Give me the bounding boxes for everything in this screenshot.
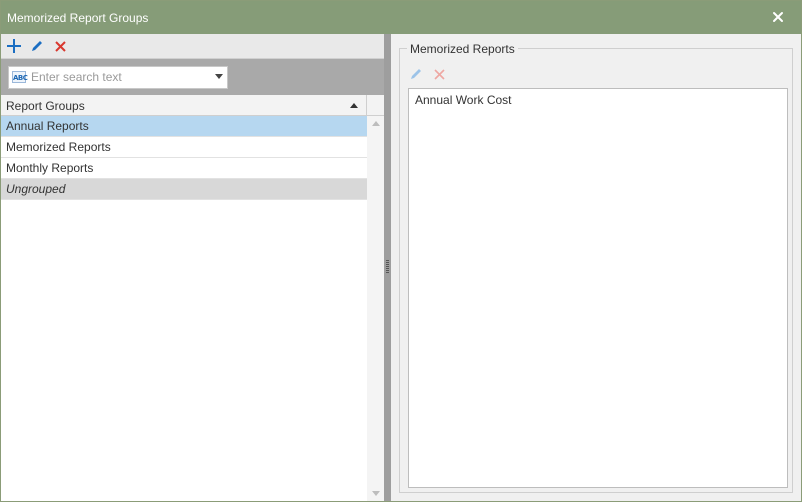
header-corner [367, 95, 384, 116]
text-search-icon: ABC [12, 71, 28, 83]
row-label: Ungrouped [6, 182, 66, 196]
group-label: Memorized Reports [407, 42, 518, 56]
report-groups-grid: Report Groups Annual Reports Memorized R… [1, 95, 384, 501]
row-label: Monthly Reports [6, 161, 94, 175]
sort-ascending-icon [350, 103, 358, 108]
scroll-down-icon[interactable] [372, 491, 380, 496]
group-rows: Annual Reports Memorized Reports Monthly… [1, 116, 367, 200]
row-label: Annual Reports [6, 119, 89, 133]
list-item-label: Annual Work Cost [415, 93, 512, 107]
title-bar[interactable]: Memorized Report Groups [1, 1, 801, 34]
groups-toolbar [1, 34, 384, 59]
dialog-window: Memorized Report Groups ABC Enter search… [0, 0, 802, 502]
pencil-icon[interactable] [28, 37, 46, 55]
table-row[interactable]: Ungrouped [1, 179, 367, 200]
pencil-icon[interactable] [408, 66, 424, 82]
memorized-reports-list: Annual Work Cost [408, 88, 788, 488]
close-icon[interactable] [767, 6, 789, 28]
memorized-reports-pane: Memorized Reports Annual Work Cost [391, 34, 801, 501]
search-box[interactable]: ABC [8, 66, 228, 89]
chevron-down-icon[interactable] [215, 74, 223, 79]
pane-splitter[interactable] [384, 34, 391, 501]
x-icon[interactable] [51, 37, 69, 55]
scroll-up-icon[interactable] [372, 121, 380, 126]
table-row[interactable]: Annual Reports [1, 116, 367, 137]
vertical-scrollbar[interactable] [367, 116, 384, 501]
table-row[interactable]: Memorized Reports [1, 137, 367, 158]
x-icon[interactable] [431, 66, 447, 82]
window-title: Memorized Report Groups [7, 11, 149, 25]
table-row[interactable]: Monthly Reports [1, 158, 367, 179]
list-item[interactable]: Annual Work Cost [409, 89, 787, 111]
grip-icon[interactable] [386, 260, 389, 274]
row-label: Memorized Reports [6, 140, 111, 154]
report-groups-pane: ABC Report Groups Annual Reports Memoriz… [1, 34, 384, 501]
plus-icon[interactable] [5, 37, 23, 55]
search-input[interactable] [31, 68, 201, 86]
column-header-label: Report Groups [6, 99, 85, 113]
column-header-report-groups[interactable]: Report Groups [1, 95, 367, 116]
